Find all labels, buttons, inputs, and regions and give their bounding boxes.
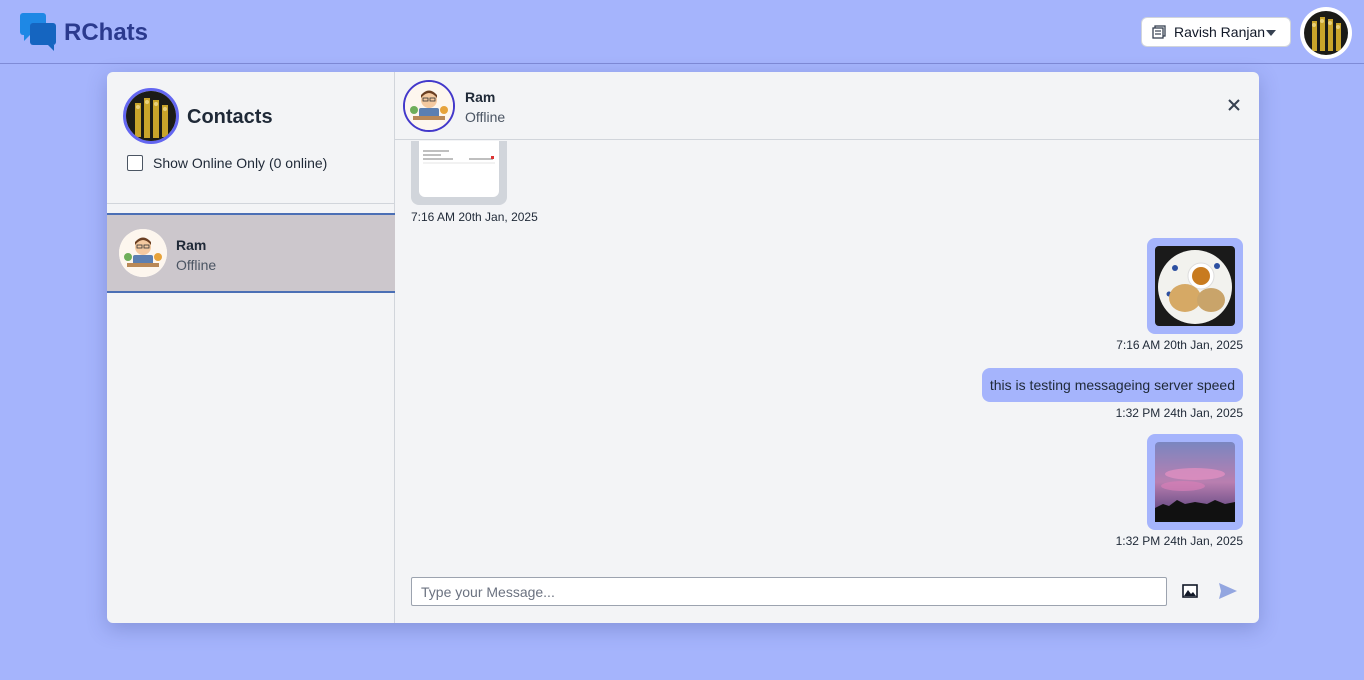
chat-panel: Ram Offline 7:16 AM 20th Jan, 2025 7:16 … (395, 72, 1259, 623)
top-navbar: RChats Ravish Ranjan (0, 0, 1364, 64)
message-text-sent[interactable]: this is testing messageing server speed (981, 368, 1243, 402)
message-timestamp: 1:32 PM 24th Jan, 2025 (1115, 406, 1243, 420)
close-icon[interactable] (1227, 98, 1241, 112)
chevron-down-icon (1266, 30, 1276, 36)
avatar[interactable] (1300, 7, 1352, 59)
brand-name[interactable]: RChats (64, 19, 148, 47)
avatar (123, 88, 179, 144)
online-only-checkbox[interactable] (127, 155, 143, 171)
message-timestamp: 7:16 AM 20th Jan, 2025 (1116, 338, 1243, 352)
message-image-received[interactable] (411, 141, 507, 205)
list-item[interactable]: Ram Offline (107, 213, 395, 293)
online-only-label: Show Online Only (0 online) (153, 155, 328, 171)
chat-bubbles-logo-icon[interactable] (20, 13, 58, 51)
profile-card-icon (1152, 25, 1166, 39)
message-input[interactable] (411, 577, 1167, 606)
user-name: Ravish Ranjan (1174, 24, 1266, 40)
contacts-sidebar: Contacts Show Online Only (0 online) Ram… (107, 72, 395, 623)
send-icon[interactable] (1218, 582, 1238, 600)
image-icon[interactable] (1182, 584, 1198, 598)
chat-contact-status: Offline (465, 109, 506, 125)
contacts-title: Contacts (187, 106, 273, 128)
sidebar-header: Contacts Show Online Only (0 online) (107, 72, 395, 204)
message-list: 7:16 AM 20th Jan, 2025 7:16 AM 20th Jan,… (395, 141, 1259, 571)
user-menu-button[interactable]: Ravish Ranjan (1141, 17, 1291, 47)
message-timestamp: 7:16 AM 20th Jan, 2025 (411, 210, 538, 224)
chat-window: Contacts Show Online Only (0 online) Ram… (107, 72, 1259, 623)
message-image-sent[interactable] (1147, 434, 1243, 530)
contact-name: Ram (176, 237, 207, 253)
avatar (119, 229, 167, 277)
message-timestamp: 1:32 PM 24th Jan, 2025 (1115, 534, 1243, 548)
message-composer (395, 571, 1259, 623)
online-only-toggle[interactable]: Show Online Only (0 online) (127, 155, 327, 171)
avatar (403, 80, 455, 132)
message-image-sent[interactable] (1147, 238, 1243, 334)
chat-contact-name: Ram (465, 89, 496, 105)
contact-status: Offline (176, 257, 217, 273)
chat-header: Ram Offline (395, 72, 1259, 140)
